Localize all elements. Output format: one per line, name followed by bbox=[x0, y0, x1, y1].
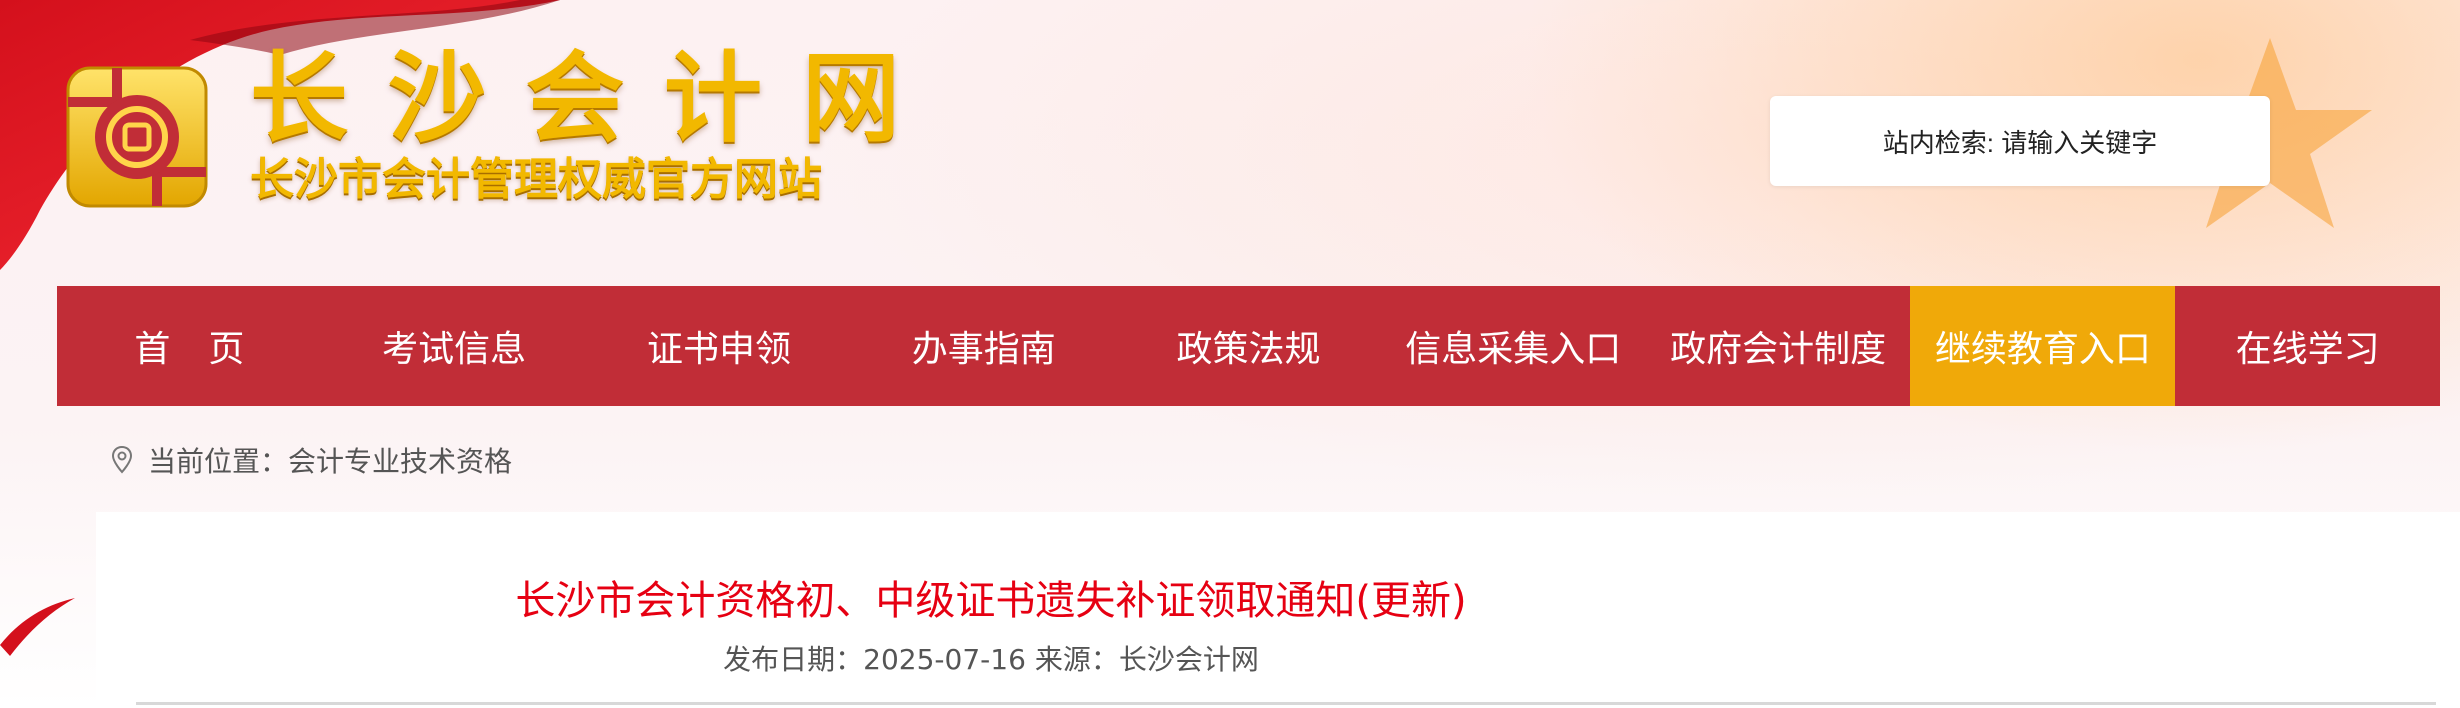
nav-item-policies[interactable]: 政策法规 bbox=[1116, 286, 1381, 406]
nav-label: 考试信息 bbox=[382, 329, 527, 370]
nav-label: 政府会计制度 bbox=[1670, 329, 1887, 370]
nav-label: 办事指南 bbox=[911, 329, 1056, 370]
breadcrumb: 当前位置： 会计专业技术资格 bbox=[110, 440, 512, 480]
nav-item-certificate-apply[interactable]: 证书申领 bbox=[587, 286, 852, 406]
emblem-logo-icon[interactable] bbox=[62, 62, 212, 212]
site-slogan: 长沙市会计管理权威官方网站 bbox=[250, 154, 822, 205]
breadcrumb-prefix: 当前位置： bbox=[148, 445, 289, 478]
date-label: 发布日期： bbox=[723, 643, 864, 676]
nav-item-online-learning[interactable]: 在线学习 bbox=[2175, 286, 2440, 406]
site-search-input[interactable]: 站内检索: 请输入关键字 bbox=[1770, 96, 2270, 186]
page: 长沙会计网 长沙市会计管理权威官方网站 站内检索: 请输入关键字 首页 考试信息… bbox=[0, 0, 2460, 708]
breadcrumb-link-current[interactable]: 会计专业技术资格 bbox=[288, 440, 512, 480]
nav-item-continuing-education[interactable]: 继续教育入口 bbox=[1910, 286, 2176, 406]
article-title: 长沙市会计资格初、中级证书遗失补证领取通知(更新) bbox=[515, 578, 1467, 624]
divider bbox=[136, 702, 2436, 705]
red-swoosh-decoration bbox=[0, 598, 75, 656]
nav-label: 信息采集入口 bbox=[1405, 329, 1622, 370]
article-source: 长沙会计网 bbox=[1118, 643, 1259, 676]
site-name: 长沙会计网 bbox=[250, 41, 941, 156]
nav-item-gov-accounting[interactable]: 政府会计制度 bbox=[1646, 286, 1911, 406]
location-pin-icon bbox=[111, 445, 133, 474]
nav-item-exam-info[interactable]: 考试信息 bbox=[322, 286, 587, 406]
search-placeholder: 站内检索: 请输入关键字 bbox=[1882, 127, 2158, 158]
source-label: 来源： bbox=[1034, 643, 1119, 676]
nav-label: 政策法规 bbox=[1176, 329, 1321, 370]
publish-date: 2025-07-16 bbox=[863, 643, 1026, 676]
site-header: 长沙会计网 长沙市会计管理权威官方网站 站内检索: 请输入关键字 bbox=[0, 0, 2460, 286]
article-card: 长沙市会计资格初、中级证书遗失补证领取通知(更新) 发布日期：2025-07-1… bbox=[96, 512, 2460, 708]
main-nav: 首页 考试信息 证书申领 办事指南 政策法规 信息采集入口 政府会计制度 继续教… bbox=[57, 286, 2440, 406]
nav-label: 继续教育入口 bbox=[1934, 329, 2151, 370]
nav-item-home[interactable]: 首页 bbox=[57, 286, 322, 406]
nav-label: 证书申领 bbox=[646, 329, 791, 370]
article-meta: 发布日期：2025-07-16 来源：长沙会计网 bbox=[96, 638, 1886, 678]
nav-label: 在线学习 bbox=[2235, 329, 2380, 370]
nav-label: 首页 bbox=[134, 329, 283, 370]
nav-item-service-guide[interactable]: 办事指南 bbox=[851, 286, 1116, 406]
nav-item-info-collection[interactable]: 信息采集入口 bbox=[1381, 286, 1646, 406]
